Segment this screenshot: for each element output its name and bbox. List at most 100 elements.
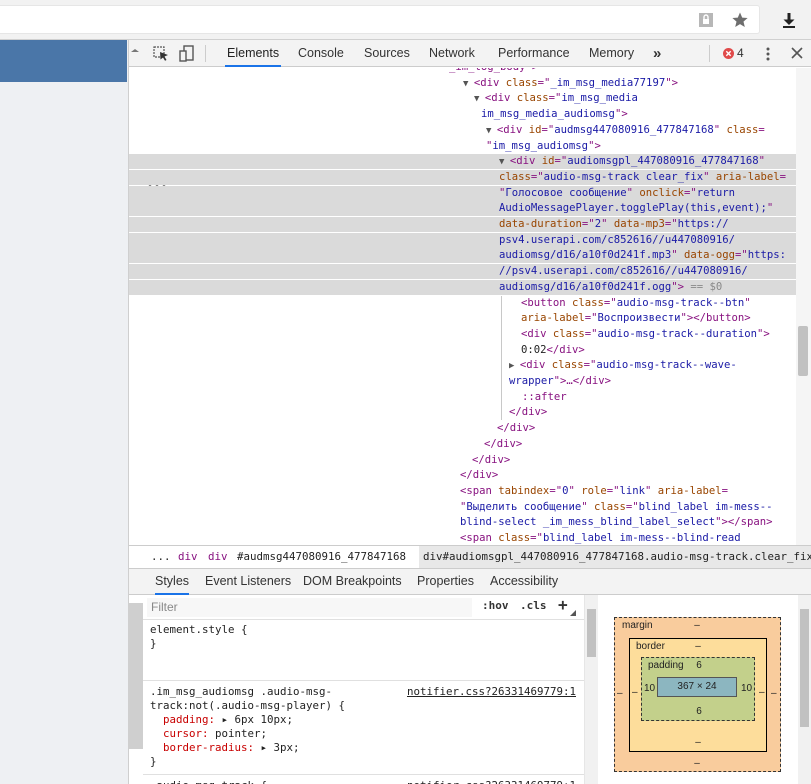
dom-node-line[interactable]: <span tabindex="0" role="link" aria-labe…: [129, 484, 797, 499]
tab-dom-breakpoints[interactable]: DOM Breakpoints: [303, 569, 402, 595]
border-right-value[interactable]: –: [759, 687, 765, 698]
box-model-border[interactable]: border – – – – padding 6 6 10 10 367 × 2…: [629, 638, 767, 752]
new-rule-button[interactable]: +: [558, 595, 568, 614]
tab-memory[interactable]: Memory: [587, 40, 636, 67]
dom-node-selected-line[interactable]: ▼ <div id="audiomsgpl_447080916_47784716…: [129, 154, 797, 170]
styles-pane: Filter :hov .cls + element.style {} .im_m…: [129, 595, 584, 784]
style-source-link[interactable]: notifier.css?26331469779:1: [407, 779, 576, 784]
dom-node-line[interactable]: ::after: [129, 390, 797, 405]
tab-elements[interactable]: Elements: [225, 40, 282, 67]
dom-node-line[interactable]: "im_msg_audiomsg">: [129, 139, 797, 154]
dom-node-line[interactable]: <div class="audio-msg-track--duration">: [129, 327, 797, 342]
dom-node-line[interactable]: </div>: [129, 437, 797, 452]
style-rule[interactable]: .audio-msg-track { height: 24px;notifier…: [150, 779, 580, 784]
style-selector[interactable]: track:not(.audio-msg-player) {: [150, 699, 580, 713]
dom-node-line[interactable]: "Выделить сообщение" class="blind_label …: [129, 500, 797, 515]
margin-right-value[interactable]: –: [771, 688, 777, 699]
tab-network[interactable]: Network: [427, 40, 477, 67]
dom-node-selected-line[interactable]: psv4.userapi.com/c852616//u447080916/: [129, 232, 797, 248]
dom-scrollbar-thumb[interactable]: [798, 326, 808, 376]
breadcrumb-item-selected[interactable]: div#audiomsgpl_447080916_477847168.audio…: [419, 546, 811, 568]
dom-node-selected-line[interactable]: "Голосовое сообщение" onclick="return: [129, 185, 797, 201]
dom-node-line[interactable]: 0:02</div>: [129, 343, 797, 358]
dom-node-selected-line[interactable]: AudioMessagePlayer.togglePlay(this,event…: [129, 201, 797, 217]
dom-node-line[interactable]: <button class="audio-msg-track--btn": [129, 296, 797, 311]
dom-node-selected-line[interactable]: audiomsg/d16/a10f0d241f.mp3" data-ogg="h…: [129, 248, 797, 264]
border-top-value[interactable]: –: [692, 641, 704, 652]
style-source-link[interactable]: notifier.css?26331469779:1: [407, 685, 576, 698]
lock-icon[interactable]: [697, 11, 715, 29]
box-model-padding[interactable]: padding 6 6 10 10 367 × 24: [641, 657, 755, 721]
tab-event-listeners[interactable]: Event Listeners: [205, 569, 291, 595]
address-field[interactable]: [0, 5, 760, 34]
tab-sources[interactable]: Sources: [362, 40, 412, 67]
margin-left-value[interactable]: –: [617, 688, 623, 699]
tab-accessibility[interactable]: Accessibility: [490, 569, 558, 595]
dom-node-line[interactable]: <span class="blind_label im-mess--blind-…: [129, 531, 797, 545]
dom-node-line[interactable]: </div>: [129, 468, 797, 483]
dom-node-line[interactable]: </div>: [129, 405, 797, 420]
box-model-margin[interactable]: margin – – – – border – – – – padding 6 …: [614, 617, 781, 772]
tab-console[interactable]: Console: [296, 40, 346, 67]
dom-node-line[interactable]: wrapper">…</div>: [129, 374, 797, 389]
box-model-content[interactable]: 367 × 24: [657, 677, 737, 697]
star-icon[interactable]: [731, 11, 749, 29]
styles-filter-input[interactable]: Filter: [147, 598, 472, 617]
padding-bottom-value[interactable]: 6: [693, 706, 705, 717]
padding-right-value[interactable]: 10: [741, 683, 752, 694]
style-selector[interactable]: }: [150, 755, 580, 769]
style-selector[interactable]: }: [150, 637, 580, 651]
dom-tree[interactable]: ••• _im_log_body">▼ <div class="_im_msg_…: [129, 68, 811, 545]
device-toolbar-icon[interactable]: [179, 45, 195, 62]
error-counter[interactable]: 4: [723, 46, 749, 61]
border-left-value[interactable]: –: [632, 687, 638, 698]
close-icon[interactable]: [791, 47, 803, 59]
box-model-scrollbar-thumb[interactable]: [800, 609, 809, 727]
dom-node-line[interactable]: ▼ <div class="_im_msg_media77197">: [129, 76, 797, 91]
styles-scrollbar[interactable]: [584, 595, 598, 784]
tab-properties[interactable]: Properties: [417, 569, 474, 595]
style-declaration[interactable]: padding: ▸ 6px 10px;: [150, 713, 580, 727]
style-selector[interactable]: element.style {: [150, 623, 580, 637]
dom-node-line[interactable]: aria-label="Воспроизвести"></button>: [129, 311, 797, 326]
dom-scrollbar[interactable]: [796, 68, 811, 545]
dom-node-selected-line[interactable]: class="audio-msg-track clear_fix" aria-l…: [129, 169, 797, 185]
box-model-scrollbar[interactable]: [798, 595, 811, 784]
style-declaration[interactable]: border-radius: ▸ 3px;: [150, 741, 580, 755]
hover-state-button[interactable]: :hov: [482, 599, 509, 612]
dom-node-line[interactable]: _im_log_body">: [129, 68, 797, 75]
style-rule[interactable]: .im_msg_audiomsg .audio-msg-track:not(.a…: [150, 685, 580, 769]
inspect-element-icon[interactable]: [153, 46, 169, 62]
dom-node-line[interactable]: im_msg_media_audiomsg">: [129, 107, 797, 122]
breadcrumb-item[interactable]: div: [178, 546, 198, 568]
drag-handle-icon[interactable]: [131, 49, 139, 59]
breadcrumb-ellipsis[interactable]: ...: [151, 546, 171, 568]
dom-token: class: [551, 359, 584, 372]
dom-node-line[interactable]: blind-select _im_mess_blind_label_select…: [129, 515, 797, 530]
breadcrumb-item[interactable]: #audmsg447080916_477847168: [237, 546, 406, 568]
dom-node-line[interactable]: </div>: [129, 453, 797, 468]
dom-node-line[interactable]: ▼ <div class="im_msg_media: [129, 91, 797, 106]
dom-node-line[interactable]: ▼ <div id="audmsg447080916_477847168" cl…: [129, 123, 797, 138]
style-declaration[interactable]: cursor: pointer;: [150, 727, 580, 741]
dom-node-selected-line[interactable]: audiomsg/d16/a10f0d241f.ogg"> == $0: [129, 279, 797, 295]
dom-node-line[interactable]: ▶ <div class="audio-msg-track--wave-: [129, 358, 797, 373]
breadcrumb-item[interactable]: div: [208, 546, 228, 568]
more-tabs-button[interactable]: »: [651, 40, 663, 67]
class-toggle-button[interactable]: .cls: [520, 599, 547, 612]
dom-token: =": [664, 218, 678, 230]
margin-bottom-value[interactable]: –: [691, 758, 703, 769]
tab-performance[interactable]: Performance: [496, 40, 572, 67]
style-rule[interactable]: element.style {}: [150, 623, 580, 651]
styles-scrollbar-thumb[interactable]: [587, 609, 596, 657]
download-icon[interactable]: [780, 11, 798, 29]
margin-top-value[interactable]: –: [691, 620, 703, 631]
tab-styles[interactable]: Styles: [155, 569, 190, 595]
kebab-menu-icon[interactable]: [766, 47, 770, 61]
padding-top-value[interactable]: 6: [693, 660, 705, 671]
dom-node-line[interactable]: </div>: [129, 421, 797, 436]
dom-node-selected-line[interactable]: //psv4.userapi.com/c852616//u447080916/: [129, 264, 797, 280]
border-bottom-value[interactable]: –: [692, 737, 704, 748]
padding-left-value[interactable]: 10: [644, 683, 655, 694]
dom-node-selected-line[interactable]: data-duration="2" data-mp3="https://: [129, 217, 797, 232]
